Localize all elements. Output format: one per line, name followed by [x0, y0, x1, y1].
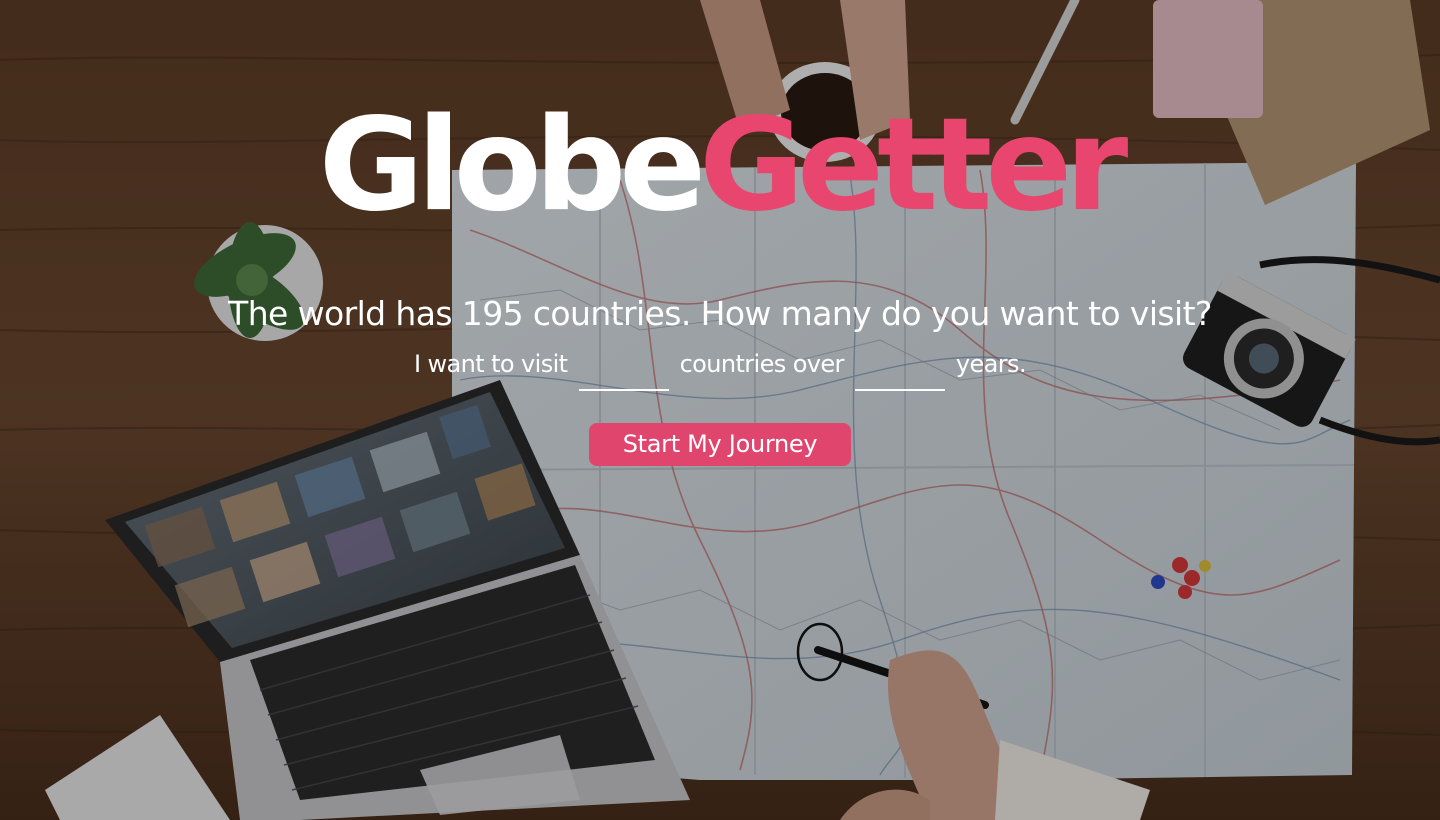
- sentence-part-2: countries over: [679, 350, 845, 378]
- countries-input[interactable]: [578, 358, 669, 391]
- hero-section: GlobeGetter The world has 195 countries.…: [0, 0, 1440, 820]
- hero-headline: The world has 195 countries. How many do…: [228, 294, 1212, 333]
- sentence-part-1: I want to visit: [414, 350, 568, 378]
- start-journey-button[interactable]: Start My Journey: [589, 423, 851, 466]
- brand-logo: GlobeGetter: [0, 96, 1440, 236]
- goal-sentence: I want to visit countries over years.: [0, 344, 1440, 391]
- years-input[interactable]: [854, 358, 945, 391]
- logo-getter-text: Getter: [699, 91, 1128, 240]
- hero-content: GlobeGetter The world has 195 countries.…: [0, 0, 1440, 820]
- logo-globe-text: Globe: [318, 91, 706, 240]
- sentence-part-3: years.: [955, 350, 1027, 378]
